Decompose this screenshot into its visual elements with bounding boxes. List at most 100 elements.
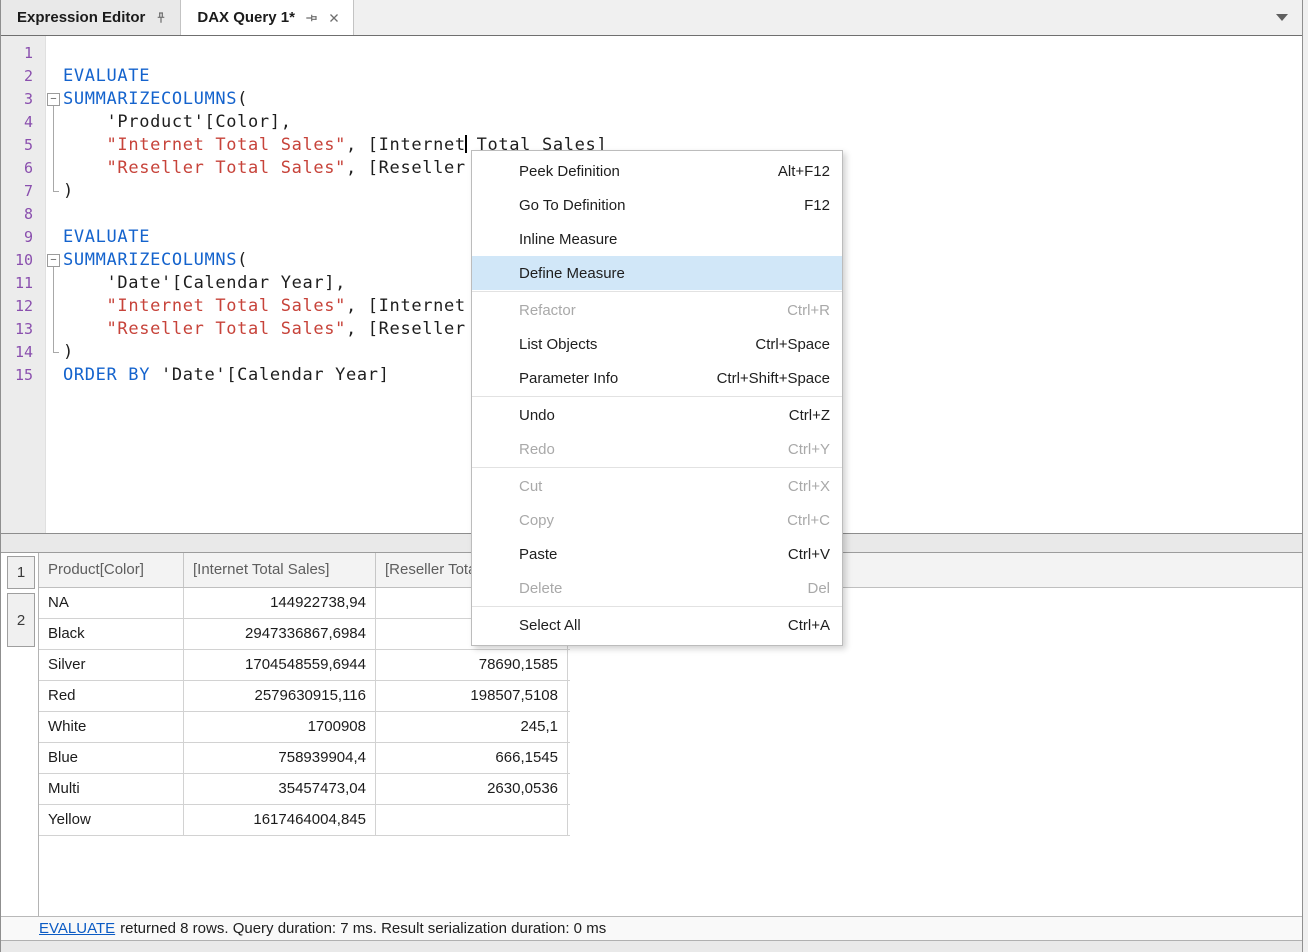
fold-margin <box>45 42 63 65</box>
column-header[interactable]: Product[Color] <box>39 553 184 587</box>
line-number: 2 <box>1 65 45 88</box>
table-row[interactable]: Yellow1617464004,845 <box>39 805 570 836</box>
fold-collapse-icon[interactable]: − <box>47 254 60 267</box>
cell-value[interactable]: 758939904,4 <box>184 743 376 773</box>
column-header[interactable]: [Internet Total Sales] <box>184 553 376 587</box>
status-bar: EVALUATE returned 8 rows. Query duration… <box>1 916 1302 940</box>
cell-value[interactable]: 1700908 <box>184 712 376 742</box>
table-row[interactable]: Multi35457473,042630,0536 <box>39 774 570 805</box>
code-text: SUMMARIZECOLUMNS( <box>63 249 248 272</box>
tab-label: Expression Editor <box>17 9 145 26</box>
menu-item-delete: DeleteDel <box>472 571 842 605</box>
menu-item-cut: CutCtrl+X <box>472 469 842 503</box>
line-number: 5 <box>1 134 45 157</box>
evaluate-link[interactable]: EVALUATE <box>39 920 115 937</box>
cell-value[interactable]: 1617464004,845 <box>184 805 376 835</box>
cell-color[interactable]: Red <box>39 681 184 711</box>
line-number: 11 <box>1 272 45 295</box>
code-text: ORDER BY 'Date'[Calendar Year] <box>63 364 390 387</box>
cell-value[interactable] <box>376 805 568 835</box>
line-number: 8 <box>1 203 45 226</box>
cell-value[interactable]: 144922738,94 <box>184 588 376 618</box>
line-number: 13 <box>1 318 45 341</box>
cell-color[interactable]: Yellow <box>39 805 184 835</box>
code-line: 2 EVALUATE <box>1 65 1302 88</box>
fold-margin <box>45 65 63 88</box>
code-text: SUMMARIZECOLUMNS( <box>63 88 248 111</box>
cell-value[interactable]: 1704548559,6944 <box>184 650 376 680</box>
code-text: ) <box>63 180 74 203</box>
cell-color[interactable]: Silver <box>39 650 184 680</box>
menu-item-refactor: RefactorCtrl+R <box>472 293 842 327</box>
pin-icon[interactable] <box>154 11 168 25</box>
menu-separator <box>472 606 842 607</box>
unpin-icon[interactable] <box>304 11 318 25</box>
menu-item-inline-measure[interactable]: Inline Measure <box>472 222 842 256</box>
fold-mid-marker <box>45 134 63 157</box>
bottom-strip <box>1 940 1302 952</box>
menu-item-peek-definition[interactable]: Peek DefinitionAlt+F12 <box>472 154 842 188</box>
code-line: 3−SUMMARIZECOLUMNS( <box>1 88 1302 111</box>
line-number: 6 <box>1 157 45 180</box>
menu-item-undo[interactable]: UndoCtrl+Z <box>472 398 842 432</box>
code-text: EVALUATE <box>63 65 150 88</box>
line-number: 3 <box>1 88 45 111</box>
menu-separator <box>472 467 842 468</box>
result-selector-2[interactable]: 2 <box>7 593 35 647</box>
menu-item-select-all[interactable]: Select AllCtrl+A <box>472 608 842 642</box>
line-number: 14 <box>1 341 45 364</box>
cell-color[interactable]: Multi <box>39 774 184 804</box>
status-text: returned 8 rows. Query duration: 7 ms. R… <box>120 920 606 937</box>
line-number: 4 <box>1 111 45 134</box>
close-icon[interactable] <box>327 11 341 25</box>
line-number: 10 <box>1 249 45 272</box>
result-selector-1[interactable]: 1 <box>7 556 35 589</box>
tab-list-dropdown-icon[interactable] <box>1276 14 1288 21</box>
fold-mid-marker <box>45 157 63 180</box>
menu-item-define-measure[interactable]: Define Measure <box>472 256 842 290</box>
line-number: 1 <box>1 42 45 65</box>
line-number: 15 <box>1 364 45 387</box>
cell-value[interactable]: 35457473,04 <box>184 774 376 804</box>
table-row[interactable]: Red2579630915,116198507,5108 <box>39 681 570 712</box>
context-menu: Peek DefinitionAlt+F12Go To DefinitionF1… <box>471 150 843 646</box>
menu-item-copy: CopyCtrl+C <box>472 503 842 537</box>
fold-margin <box>45 203 63 226</box>
cell-color[interactable]: White <box>39 712 184 742</box>
cell-value[interactable]: 666,1545 <box>376 743 568 773</box>
line-number: 9 <box>1 226 45 249</box>
cell-value[interactable]: 2579630915,116 <box>184 681 376 711</box>
cell-value[interactable]: 245,1 <box>376 712 568 742</box>
cell-color[interactable]: Black <box>39 619 184 649</box>
menu-separator <box>472 291 842 292</box>
menu-item-list-objects[interactable]: List ObjectsCtrl+Space <box>472 327 842 361</box>
fold-mid-marker <box>45 318 63 341</box>
dax-editor-window: Expression Editor DAX Query 1* 12EVALUAT… <box>0 0 1303 952</box>
cell-value[interactable]: 2947336867,6984 <box>184 619 376 649</box>
tab-dax-query-1[interactable]: DAX Query 1* <box>181 0 354 35</box>
code-text: ) <box>63 341 74 364</box>
fold-open-marker: − <box>45 249 63 272</box>
menu-item-paste[interactable]: PasteCtrl+V <box>472 537 842 571</box>
fold-mid-marker <box>45 295 63 318</box>
code-line: 4 'Product'[Color], <box>1 111 1302 134</box>
fold-open-marker: − <box>45 88 63 111</box>
line-number: 7 <box>1 180 45 203</box>
table-row[interactable]: Blue758939904,4666,1545 <box>39 743 570 774</box>
cell-value[interactable]: 78690,1585 <box>376 650 568 680</box>
menu-item-redo: RedoCtrl+Y <box>472 432 842 466</box>
table-row[interactable]: White1700908245,1 <box>39 712 570 743</box>
document-tab-bar: Expression Editor DAX Query 1* <box>1 0 1302 36</box>
code-line: 1 <box>1 42 1302 65</box>
menu-separator <box>472 396 842 397</box>
table-row[interactable]: Silver1704548559,694478690,1585 <box>39 650 570 681</box>
menu-item-parameter-info[interactable]: Parameter InfoCtrl+Shift+Space <box>472 361 842 395</box>
menu-item-go-to-definition[interactable]: Go To DefinitionF12 <box>472 188 842 222</box>
tab-expression-editor[interactable]: Expression Editor <box>1 0 181 35</box>
line-number: 12 <box>1 295 45 318</box>
cell-value[interactable]: 198507,5108 <box>376 681 568 711</box>
cell-color[interactable]: NA <box>39 588 184 618</box>
fold-collapse-icon[interactable]: − <box>47 93 60 106</box>
cell-color[interactable]: Blue <box>39 743 184 773</box>
cell-value[interactable]: 2630,0536 <box>376 774 568 804</box>
